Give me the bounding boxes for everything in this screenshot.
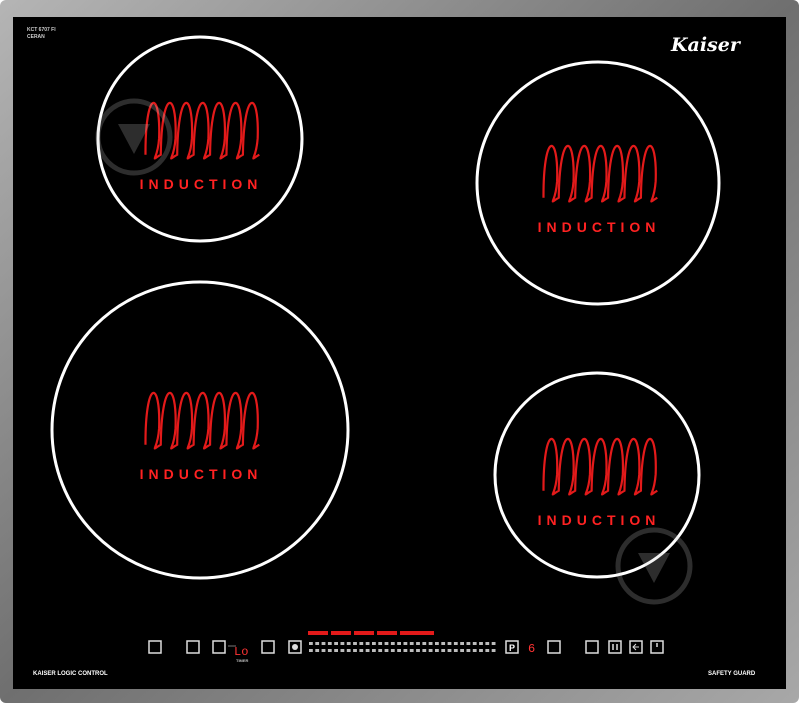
slider-segment (472, 649, 477, 652)
slider-segment (346, 642, 351, 645)
slider-segment (441, 642, 446, 645)
slider-segment (435, 649, 439, 652)
slider-segment (372, 642, 376, 645)
slider-segment (422, 642, 427, 645)
slider-segment (397, 649, 401, 652)
slider-segment (321, 649, 326, 652)
glass-surface (13, 17, 786, 689)
slider-segment (447, 642, 452, 645)
slider-segment (340, 649, 345, 652)
slider-segment (334, 649, 338, 652)
slider-segment (403, 642, 408, 645)
slider-segment (378, 649, 383, 652)
zone-label: INDUCTION (538, 512, 661, 528)
zone-label: INDUCTION (538, 219, 661, 235)
right-caption: SAFETY GUARD (708, 671, 756, 677)
boost-label: P (509, 643, 515, 653)
slider-segment (327, 642, 332, 645)
slider-segment (327, 649, 332, 652)
slider-segment (315, 642, 320, 645)
slider-segment (428, 649, 433, 652)
timer-readout: Lo (234, 645, 248, 659)
lock-icon (292, 644, 298, 650)
zone-label: INDUCTION (140, 176, 263, 192)
slider-segment (416, 649, 420, 652)
slider-segment (384, 649, 389, 652)
slider-segment (485, 642, 490, 645)
slider-segment (460, 642, 464, 645)
slider-segment (315, 649, 320, 652)
zone-label: INDUCTION (140, 466, 263, 482)
slider-segment (491, 649, 496, 652)
slider-segment (422, 649, 427, 652)
slider-segment (340, 642, 345, 645)
model-type: CERAN (27, 34, 45, 40)
slider-segment (353, 642, 357, 645)
slider-segment (466, 649, 471, 652)
slider-segment (460, 649, 464, 652)
slider-segment (346, 649, 351, 652)
slider-segment (441, 649, 446, 652)
slider-segment (466, 642, 471, 645)
slider-segment (365, 642, 370, 645)
model-number: KCT 6707 FI (27, 27, 56, 33)
slider-segment (309, 642, 313, 645)
slider-segment (403, 649, 408, 652)
slider-segment (365, 649, 370, 652)
slider-segment (485, 649, 490, 652)
induction-cooktop: KCT 6707 FI CERAN Kaiser INDUCTION INDUC… (0, 0, 799, 703)
slider-segment (384, 642, 389, 645)
slider-segment (378, 642, 383, 645)
slider-segment (359, 649, 364, 652)
slider-segment (334, 642, 338, 645)
slider-segment (428, 642, 433, 645)
slider-segment (447, 649, 452, 652)
slider-segment (390, 649, 395, 652)
left-caption: KAISER LOGIC CONTROL (33, 671, 108, 677)
slider-segment (435, 642, 439, 645)
timer-caption: TIMER (236, 658, 249, 663)
slider-segment (372, 649, 376, 652)
slider-segment (453, 649, 458, 652)
power-level-bar (308, 631, 434, 635)
slider-segment (359, 642, 364, 645)
slider-segment (309, 649, 313, 652)
slider-segment (409, 649, 414, 652)
slider-segment (479, 642, 483, 645)
slider-segment (321, 642, 326, 645)
slider-segment (416, 642, 420, 645)
slider-segment (409, 642, 414, 645)
slider-segment (353, 649, 357, 652)
slider-segment (491, 642, 496, 645)
brand-logo: Kaiser (670, 34, 742, 56)
level-indicator: 6 (528, 642, 535, 656)
slider-segment (479, 649, 483, 652)
slider-segment (453, 642, 458, 645)
slider-segment (390, 642, 395, 645)
slider-segment (472, 642, 477, 645)
slider-segment (397, 642, 401, 645)
